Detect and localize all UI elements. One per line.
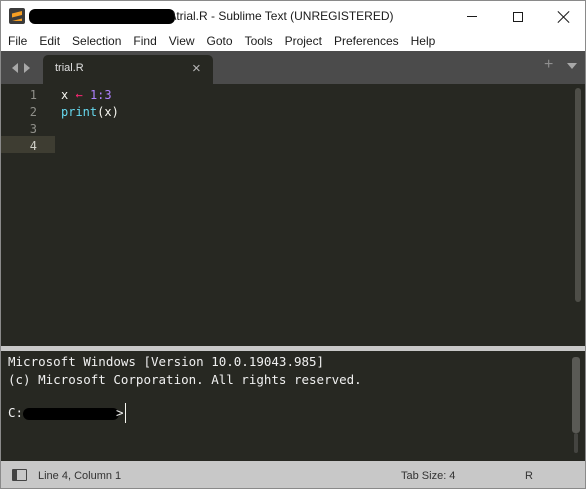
code-function-name: print xyxy=(61,105,98,119)
menu-preferences[interactable]: Preferences xyxy=(328,31,405,51)
code-line-2: print(x) xyxy=(61,105,119,119)
tab-bar: trial.R × + xyxy=(0,51,586,84)
maximize-button[interactable] xyxy=(495,1,541,32)
code-variable: x xyxy=(61,88,69,102)
menu-bar: File Edit Selection Find View Goto Tools… xyxy=(0,31,586,51)
tab-close-icon[interactable]: × xyxy=(192,60,201,77)
maximize-icon xyxy=(513,11,523,22)
menu-view[interactable]: View xyxy=(163,31,201,51)
syntax-selector[interactable]: R xyxy=(525,470,533,482)
toggle-panel-icon[interactable] xyxy=(12,469,27,481)
line-number: 1 xyxy=(29,88,37,102)
code-editor[interactable]: 1 2 3 4 x ← 1:3 print(x) xyxy=(0,84,586,346)
cursor-position: Line 4, Column 1 xyxy=(38,470,122,482)
redacted-path xyxy=(29,9,175,24)
console-scrollbar[interactable] xyxy=(572,357,580,433)
menu-selection[interactable]: Selection xyxy=(66,31,127,51)
close-icon xyxy=(558,11,570,23)
line-number-gutter: 1 2 3 4 xyxy=(1,84,55,346)
editor-scrollbar[interactable] xyxy=(575,88,581,302)
sublime-text-logo-icon xyxy=(9,8,25,24)
code-assignment-operator: ← xyxy=(75,88,83,102)
tab-size-selector[interactable]: Tab Size: 4 xyxy=(401,470,455,482)
code-function-args: (x) xyxy=(97,105,119,119)
tab-scroll-right-icon[interactable] xyxy=(24,63,30,73)
redacted-path xyxy=(23,408,119,420)
minimize-icon xyxy=(467,16,477,17)
close-button[interactable] xyxy=(541,1,586,32)
terminal-panel[interactable]: Microsoft Windows [Version 10.0.19043.98… xyxy=(0,351,586,461)
menu-goto[interactable]: Goto xyxy=(201,31,239,51)
code-number-range: 1:3 xyxy=(89,88,112,102)
tab-list-dropdown-icon[interactable] xyxy=(567,63,577,69)
console-prompt-drive: C: xyxy=(8,405,24,420)
console-line: (c) Microsoft Corporation. All rights re… xyxy=(8,372,362,387)
line-number-current: 4 xyxy=(29,139,37,153)
menu-find[interactable]: Find xyxy=(127,31,162,51)
code-line-1: x ← 1:3 xyxy=(61,88,112,102)
tab-scroll-left-icon[interactable] xyxy=(12,63,18,73)
text-cursor xyxy=(125,403,126,423)
console-prompt-symbol: > xyxy=(116,405,124,420)
title-bar: \trial.R - Sublime Text (UNREGISTERED) xyxy=(0,0,586,31)
menu-project[interactable]: Project xyxy=(279,31,328,51)
status-bar: Line 4, Column 1 Tab Size: 4 R xyxy=(0,461,586,489)
new-tab-plus-icon[interactable]: + xyxy=(544,56,553,74)
line-number: 2 xyxy=(29,105,37,119)
line-number: 3 xyxy=(29,122,37,136)
tab-trial-r[interactable]: trial.R × xyxy=(43,55,213,84)
menu-help[interactable]: Help xyxy=(405,31,442,51)
window-title: \trial.R - Sublime Text (UNREGISTERED) xyxy=(173,9,394,23)
menu-edit[interactable]: Edit xyxy=(33,31,66,51)
minimize-button[interactable] xyxy=(449,1,495,32)
menu-file[interactable]: File xyxy=(2,31,33,51)
menu-tools[interactable]: Tools xyxy=(239,31,279,51)
console-scrollbar-track[interactable] xyxy=(574,433,578,453)
console-line: Microsoft Windows [Version 10.0.19043.98… xyxy=(8,354,325,369)
tab-label: trial.R xyxy=(55,62,84,74)
